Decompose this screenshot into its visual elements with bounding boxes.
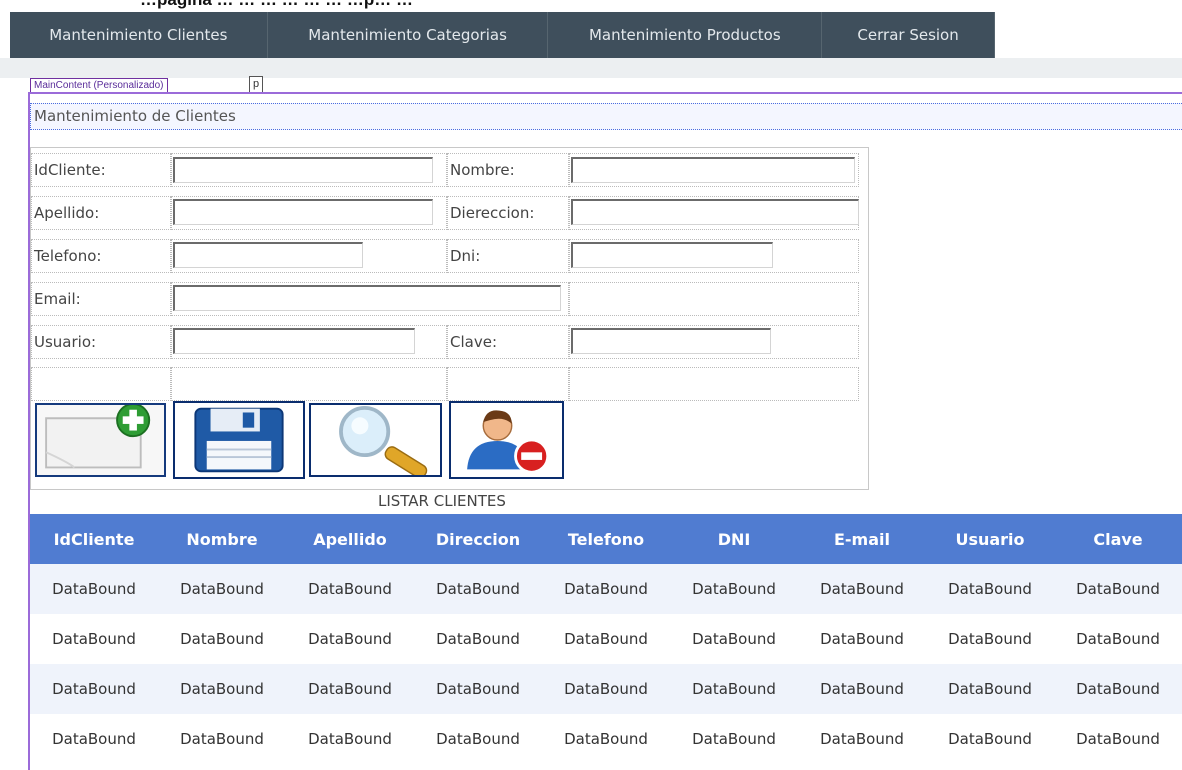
column-header: Usuario (926, 514, 1054, 564)
table-cell: DataBound (158, 614, 286, 664)
nav-mantenimiento-productos[interactable]: Mantenimiento Productos (548, 12, 823, 58)
nombre-label: Nombre: (447, 153, 569, 187)
table-cell: DataBound (670, 664, 798, 714)
table-cell: DataBound (414, 714, 542, 764)
user-remove-icon (467, 410, 550, 474)
dni-input[interactable] (571, 242, 773, 268)
nav-mantenimiento-clientes[interactable]: Mantenimiento Clientes (10, 12, 268, 58)
table-cell: DataBound (158, 664, 286, 714)
page-title: Mantenimiento de Clientes (34, 107, 236, 125)
empty-row-cell (171, 367, 447, 401)
apellido-input[interactable] (173, 199, 433, 225)
empty-row-cell (569, 367, 859, 401)
table-cell: DataBound (30, 564, 158, 614)
table-cell: DataBound (798, 564, 926, 614)
floppy-disk-icon (194, 407, 284, 473)
table-cell: DataBound (798, 614, 926, 664)
usuario-input[interactable] (173, 328, 415, 354)
table-cell: DataBound (30, 714, 158, 764)
column-header: Nombre (158, 514, 286, 564)
table-row: DataBound DataBound DataBound DataBound … (30, 614, 1182, 664)
table-cell: DataBound (1054, 664, 1182, 714)
direccion-label: Diereccion: (447, 196, 569, 230)
table-cell: DataBound (30, 614, 158, 664)
table-cell: DataBound (1054, 714, 1182, 764)
table-cell: DataBound (798, 714, 926, 764)
table-cell: DataBound (926, 714, 1054, 764)
client-form: IdCliente: Nombre: Apellido: Diereccion:… (30, 147, 869, 490)
usuario-label: Usuario: (31, 325, 171, 359)
apellido-label: Apellido: (31, 196, 171, 230)
table-cell: DataBound (670, 714, 798, 764)
column-header: Telefono (542, 514, 670, 564)
table-cell: DataBound (926, 614, 1054, 664)
grid-header-row: IdCliente Nombre Apellido Direccion Tele… (30, 514, 1182, 564)
direccion-input[interactable] (571, 199, 859, 225)
page-title-bar: Mantenimiento de Clientes (30, 103, 1182, 130)
column-header: Direccion (414, 514, 542, 564)
table-cell: DataBound (30, 664, 158, 714)
table-cell: DataBound (926, 564, 1054, 614)
table-cell: DataBound (286, 564, 414, 614)
top-header-cut: …pagina … … … … … … …p… … (0, 0, 1182, 12)
email-input[interactable] (173, 285, 561, 311)
table-cell: DataBound (414, 564, 542, 614)
table-cell: DataBound (670, 564, 798, 614)
column-header: IdCliente (30, 514, 158, 564)
telefono-input[interactable] (173, 242, 363, 268)
empty-row-cell (447, 367, 569, 401)
main-navbar: Mantenimiento Clientes Mantenimiento Cat… (10, 12, 995, 58)
table-cell: DataBound (542, 564, 670, 614)
table-row: DataBound DataBound DataBound DataBound … (30, 664, 1182, 714)
table-cell: DataBound (158, 564, 286, 614)
paragraph-tag: p (249, 76, 263, 93)
nombre-input[interactable] (571, 157, 855, 183)
table-row: DataBound DataBound DataBound DataBound … (30, 714, 1182, 764)
idcliente-input[interactable] (173, 157, 433, 183)
list-caption: LISTAR CLIENTES (378, 492, 506, 510)
telefono-label: Telefono: (31, 239, 171, 273)
magnifier-icon (339, 405, 428, 475)
table-cell: DataBound (286, 714, 414, 764)
idcliente-label: IdCliente: (31, 153, 171, 187)
table-cell: DataBound (542, 664, 670, 714)
nav-mantenimiento-categorias[interactable]: Mantenimiento Categorias (268, 12, 549, 58)
header-cut-text: …pagina … … … … … … …p… … (140, 0, 413, 10)
table-cell: DataBound (158, 714, 286, 764)
dni-label: Dni: (447, 239, 569, 273)
table-cell: DataBound (286, 614, 414, 664)
save-client-button[interactable] (173, 401, 305, 479)
table-cell: DataBound (926, 664, 1054, 714)
table-cell: DataBound (414, 664, 542, 714)
clients-grid: IdCliente Nombre Apellido Direccion Tele… (30, 514, 1182, 764)
new-client-button[interactable] (35, 403, 166, 477)
email-empty-cell (569, 282, 859, 316)
search-client-button[interactable] (309, 403, 442, 477)
new-document-plus-icon (45, 405, 151, 469)
table-cell: DataBound (542, 714, 670, 764)
column-header: E-mail (798, 514, 926, 564)
clave-input[interactable] (571, 328, 771, 354)
content-placeholder-tag: MainContent (Personalizado) (30, 78, 168, 93)
table-cell: DataBound (414, 614, 542, 664)
table-cell: DataBound (798, 664, 926, 714)
column-header: Apellido (286, 514, 414, 564)
table-cell: DataBound (1054, 564, 1182, 614)
table-row: DataBound DataBound DataBound DataBound … (30, 564, 1182, 614)
table-cell: DataBound (1054, 614, 1182, 664)
clave-label: Clave: (447, 325, 569, 359)
table-cell: DataBound (542, 614, 670, 664)
empty-row-cell (31, 367, 171, 401)
nav-cerrar-sesion[interactable]: Cerrar Sesion (822, 12, 995, 58)
column-header: DNI (670, 514, 798, 564)
table-cell: DataBound (286, 664, 414, 714)
table-cell: DataBound (670, 614, 798, 664)
column-header: Clave (1054, 514, 1182, 564)
nav-spacer (0, 58, 1182, 78)
email-label: Email: (31, 282, 171, 316)
delete-client-button[interactable] (449, 401, 564, 479)
